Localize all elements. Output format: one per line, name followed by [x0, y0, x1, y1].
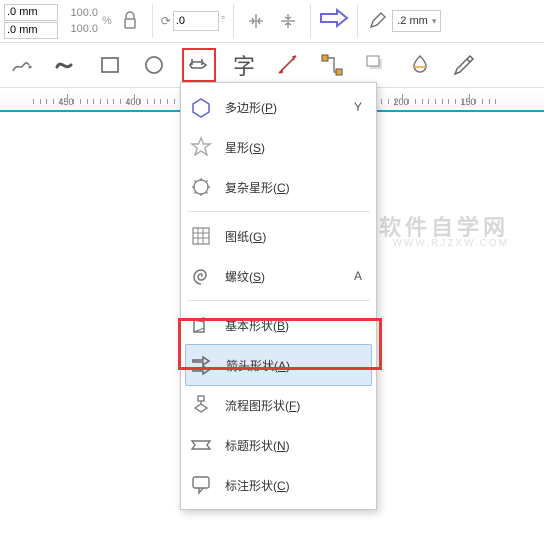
menu-item-arrow[interactable]: 箭头形状(A)	[185, 344, 372, 386]
menu-item-label: 标注形状(C)	[225, 477, 366, 494]
menu-separator	[187, 211, 370, 212]
menu-item-complexstar[interactable]: 复杂星形(C)	[181, 167, 376, 207]
arrow-icon	[188, 351, 216, 379]
freehand-tool-icon[interactable]	[6, 49, 38, 81]
banner-icon	[187, 431, 215, 459]
watermark-text: 软件自学网	[379, 210, 509, 242]
ellipse-tool-icon[interactable]	[138, 49, 170, 81]
rotation-field: ⟳ °	[161, 2, 225, 40]
menu-item-polygon[interactable]: 多边形(P) Y	[181, 87, 376, 127]
size-fields	[4, 2, 58, 40]
shapes-flyout-menu: 多边形(P) Y 星形(S) 复杂星形(C) 图纸(G) 螺纹(S) A 基本形状(B) 箭头形…	[180, 82, 377, 510]
star-icon	[187, 133, 215, 161]
menu-item-star[interactable]: 星形(S)	[181, 127, 376, 167]
drop-shadow-icon[interactable]	[360, 49, 392, 81]
menu-item-label: 图纸(G)	[225, 228, 366, 245]
menu-item-basic[interactable]: 基本形状(B)	[181, 305, 376, 345]
dimension-tool-icon[interactable]	[272, 49, 304, 81]
eyedropper-tool-icon[interactable]	[448, 49, 480, 81]
complexstar-icon	[187, 173, 215, 201]
menu-item-shortcut: A	[354, 269, 362, 283]
text-tool-icon[interactable]: 字	[228, 49, 260, 81]
mirror-v-icon[interactable]	[274, 7, 302, 35]
menu-item-label: 标题形状(N)	[225, 437, 366, 454]
menu-item-label: 星形(S)	[225, 139, 366, 156]
menu-item-label: 流程图形状(F)	[225, 397, 366, 414]
menu-item-label: 螺纹(S)	[225, 268, 344, 285]
rectangle-tool-icon[interactable]	[94, 49, 126, 81]
artistic-media-icon[interactable]	[50, 49, 82, 81]
outline-pen-icon[interactable]	[366, 10, 388, 32]
scale-w: 100.0	[62, 6, 98, 21]
graph-icon	[187, 222, 215, 250]
rotate-icon: ⟳	[161, 14, 171, 28]
polygon-icon	[187, 93, 215, 121]
mirror-h-icon[interactable]	[242, 7, 270, 35]
menu-separator	[187, 300, 370, 301]
outline-width-value: .2 mm	[397, 15, 428, 27]
arrow-right-icon[interactable]	[319, 8, 349, 34]
height-input[interactable]	[4, 22, 58, 39]
scale-fields: 100.0 100.0	[62, 2, 98, 40]
scale-h: 100.0	[62, 22, 98, 37]
menu-item-label: 基本形状(B)	[225, 317, 366, 334]
menu-item-banner[interactable]: 标题形状(N)	[181, 425, 376, 465]
spiral-icon	[187, 262, 215, 290]
callout-icon	[187, 471, 215, 499]
menu-item-callout[interactable]: 标注形状(C)	[181, 465, 376, 505]
menu-item-shortcut: Y	[354, 100, 362, 114]
basic-icon	[187, 311, 215, 339]
menu-item-label: 箭头形状(A)	[226, 357, 361, 374]
menu-item-label: 复杂星形(C)	[225, 179, 366, 196]
rotation-unit: °	[221, 15, 225, 27]
menu-item-spiral[interactable]: 螺纹(S) A	[181, 256, 376, 296]
transparency-tool-icon[interactable]	[404, 49, 436, 81]
outline-width-select[interactable]: .2 mm▾	[392, 10, 441, 32]
percent-unit: %	[102, 15, 112, 27]
menu-item-flowchart[interactable]: 流程图形状(F)	[181, 385, 376, 425]
menu-item-label: 多边形(P)	[225, 99, 344, 116]
width-input[interactable]	[4, 4, 58, 21]
lock-icon[interactable]	[116, 7, 144, 35]
connector-tool-icon[interactable]	[316, 49, 348, 81]
property-bar: 100.0 100.0 % ⟳ ° .2 mm▾	[0, 0, 544, 43]
watermark-url: WWW.RJZXW.COM	[392, 238, 509, 249]
rotation-input[interactable]	[173, 11, 219, 31]
menu-item-graph[interactable]: 图纸(G)	[181, 216, 376, 256]
flowchart-icon	[187, 391, 215, 419]
polygon-tool-icon[interactable]	[182, 48, 216, 82]
